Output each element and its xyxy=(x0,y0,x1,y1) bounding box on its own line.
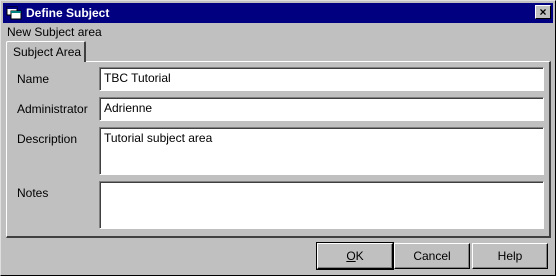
title-bar[interactable]: Define Subject × xyxy=(3,3,553,23)
administrator-field[interactable]: Adrienne xyxy=(99,97,544,121)
app-window-icon[interactable] xyxy=(6,5,22,21)
define-subject-dialog: Define Subject × New Subject area Subjec… xyxy=(0,0,556,276)
cancel-button[interactable]: Cancel xyxy=(394,243,470,269)
ok-label-rest: K xyxy=(355,249,364,263)
ok-button[interactable]: OK xyxy=(316,242,394,270)
close-button[interactable]: × xyxy=(535,5,551,19)
ok-accel: O xyxy=(346,249,356,263)
dialog-subtitle: New Subject area xyxy=(7,25,102,39)
dialog-title: Define Subject xyxy=(26,6,110,20)
administrator-label: Administrator xyxy=(17,102,88,116)
description-label: Description xyxy=(17,132,78,146)
notes-field[interactable] xyxy=(99,181,544,229)
description-field[interactable]: Tutorial subject area xyxy=(99,127,544,175)
name-field[interactable]: TBC Tutorial xyxy=(99,67,544,91)
notes-label: Notes xyxy=(17,186,49,200)
help-button[interactable]: Help xyxy=(472,243,548,269)
close-icon: × xyxy=(539,5,547,19)
tab-subject-area[interactable]: Subject Area xyxy=(6,41,86,62)
name-label: Name xyxy=(17,72,50,86)
